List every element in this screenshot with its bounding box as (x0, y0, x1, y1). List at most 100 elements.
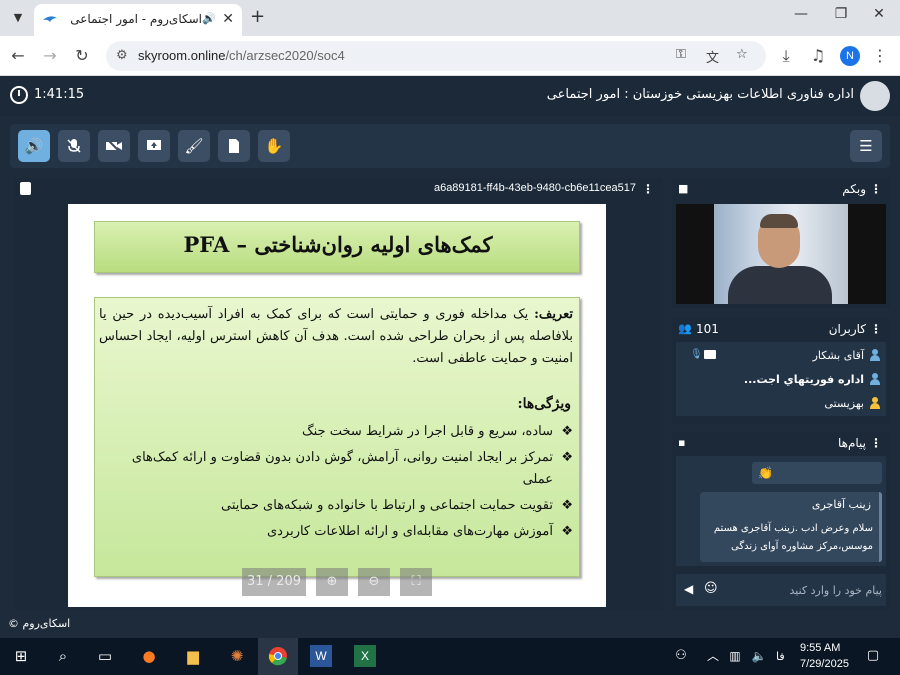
show-hidden-icons[interactable]: ︿ (702, 645, 724, 667)
user-row[interactable]: بهزیستی (676, 392, 886, 416)
url-text[interactable]: skyroom.online/ch/arzsec2020/soc4 (138, 48, 345, 63)
users-panel: 👥 101 کاربران ⋮ 🎙 آقای بشکار اداره فوریت… (672, 318, 890, 424)
user-icon (870, 397, 880, 409)
excel-icon[interactable]: X (354, 645, 376, 667)
session-timer: 1:41:15 (34, 87, 85, 102)
input-language[interactable]: فا (776, 650, 785, 663)
browser-tab-strip: ▼ 🔊 اسکای‌روم - امور اجتماعی ✕ + — ❐ ✕ (0, 0, 900, 36)
tab-audio-icon[interactable]: 🔊 (202, 12, 216, 25)
translate-icon[interactable]: 文 (706, 47, 719, 66)
users-icon: 👥 (678, 322, 692, 335)
file-icon (229, 139, 239, 153)
restore-window-icon[interactable]: ❐ (826, 6, 856, 22)
profile-avatar[interactable]: N (840, 46, 860, 66)
brush-icon: 🖌 (184, 137, 204, 155)
windows-start-icon[interactable]: ⊞ (10, 645, 32, 667)
webcam-feed-image (714, 204, 848, 304)
fullscreen-button[interactable]: ⛶ (400, 568, 432, 596)
clock-date[interactable]: 7/29/2025 (800, 658, 849, 670)
slide: کمک‌های اولیه روان‌شناختی – PFA تعریف: ی… (68, 204, 606, 607)
emoji-icon[interactable]: ☺ (704, 581, 718, 596)
message-text: سلام وعرض ادب .زینب آقاجری هستم موسس،مرک… (713, 523, 873, 552)
browser-menu-icon[interactable]: ⋮ (870, 46, 890, 65)
clock-icon (10, 86, 28, 104)
chat-message: 👏 (752, 462, 882, 484)
media-control-icon[interactable]: ♫ (808, 46, 828, 65)
tab-title: اسکای‌روم - امور اجتماعی (70, 12, 202, 26)
word-icon[interactable]: W (310, 645, 332, 667)
zoom-in-button[interactable]: ⊕ (316, 568, 348, 596)
forward-icon[interactable]: → (40, 46, 60, 65)
presentation-header: a6a89181-ff4b-43eb-9480-cb6e11cea517 ⋮ (14, 178, 662, 200)
close-window-icon[interactable]: ✕ (864, 6, 894, 22)
definition-text: یک مداخله فوری و حمایتی است که برای کمک … (99, 307, 573, 366)
chat-message: زینب آقاجری سلام وعرض ادب .زینب آقاجری ه… (700, 492, 882, 562)
feature-item: ❖ تقویت حمایت اجتماعی و ارتباط با خانواده… (103, 495, 573, 517)
presentation-options-icon[interactable]: ⋮ (642, 182, 654, 196)
clock-time[interactable]: 9:55 AM (800, 642, 840, 654)
webcam-panel: ■ وبکم ⋮ (672, 178, 890, 308)
app-icon[interactable]: ✺ (226, 645, 248, 667)
browser-address-row: ← → ↻ ⚙ skyroom.online/ch/arzsec2020/soc… (0, 36, 900, 76)
microphone-button[interactable] (58, 130, 90, 162)
raise-hand-icon: ✋ (264, 137, 284, 155)
file-explorer-icon[interactable]: ▆ (182, 645, 204, 667)
feature-item: ❖ آموزش مهارت‌های مقابله‌ای و ارائه اطلاع… (103, 521, 573, 543)
features-list: ❖ ساده، سریع و قابل اجرا در شرایط سخت جنگ… (103, 421, 573, 547)
tab-close-icon[interactable]: ✕ (222, 11, 234, 27)
network-icon[interactable]: ▥ (724, 645, 746, 667)
back-icon[interactable]: ← (8, 46, 28, 65)
chat-panel: ▪ پیام‌ها ⋮ 👏 زینب آقاجری سلام وعرض ادب … (672, 432, 890, 610)
webcam-options-icon[interactable]: ⋮ (870, 182, 882, 196)
tab-search-icon[interactable]: ▼ (8, 8, 28, 28)
speaker-icon: 🔊 (24, 137, 44, 155)
address-bar[interactable]: ⚙ skyroom.online/ch/arzsec2020/soc4 ⚿ 文 … (106, 41, 766, 71)
brand-footer: اسکای‌روم © (8, 617, 71, 630)
skyroom-favicon-icon (43, 16, 57, 22)
screen-share-button[interactable] (138, 130, 170, 162)
user-row[interactable]: اداره فوریتهاي اجت... (676, 368, 886, 392)
chrome-icon[interactable] (267, 645, 289, 667)
presentation-panel: a6a89181-ff4b-43eb-9480-cb6e11cea517 ⋮ ک… (14, 178, 662, 610)
menu-icon: ☰ (859, 137, 873, 155)
speaker-button[interactable]: 🔊 (18, 130, 50, 162)
user-avatar[interactable] (860, 81, 890, 111)
chat-icon: ▪ (678, 436, 686, 449)
windows-taskbar: ⊞ ⌕ ▭ ● ▆ ✺ W X ⚇ ︿ ▥ 🔈 فا 9:55 AM 7/29/… (0, 638, 900, 675)
user-row[interactable]: 🎙 آقای بشکار (676, 344, 886, 368)
webcam-title: وبکم (842, 182, 866, 196)
new-tab-button[interactable]: + (250, 6, 265, 27)
files-button[interactable] (218, 130, 250, 162)
users-options-icon[interactable]: ⋮ (870, 322, 882, 336)
downloads-icon[interactable]: ⤓ (776, 46, 796, 66)
reload-icon[interactable]: ↻ (72, 46, 92, 65)
browser-tab[interactable]: 🔊 اسکای‌روم - امور اجتماعی ✕ (34, 4, 242, 36)
people-icon[interactable]: ⚇ (670, 645, 692, 667)
search-icon[interactable]: ⌕ (52, 645, 74, 667)
minimize-window-icon[interactable]: — (786, 6, 816, 22)
zoom-out-button[interactable]: ⊖ (358, 568, 390, 596)
webcam-video[interactable] (676, 204, 886, 304)
chat-options-icon[interactable]: ⋮ (870, 436, 882, 450)
main-menu-button[interactable]: ☰ (850, 130, 882, 162)
user-name: بهزیستی (824, 397, 864, 410)
site-info-icon[interactable]: ⚙ (116, 48, 128, 63)
firefox-icon[interactable]: ● (138, 645, 160, 667)
user-name: اداره فوریتهاي اجت... (743, 373, 864, 386)
notification-icon[interactable]: ▢ (862, 645, 884, 667)
password-key-icon[interactable]: ⚿ (676, 47, 686, 62)
slide-title: کمک‌های اولیه روان‌شناختی – PFA (183, 232, 493, 257)
bullet-diamond-icon: ❖ (561, 498, 573, 513)
features-heading: ویژگی‌ها: (517, 396, 571, 412)
whiteboard-button[interactable]: 🖌 (178, 130, 210, 162)
user-icon (870, 373, 880, 385)
task-view-icon[interactable]: ▭ (94, 645, 116, 667)
bookmark-star-icon[interactable]: ☆ (736, 47, 748, 62)
volume-icon[interactable]: 🔈 (748, 645, 770, 667)
raise-hand-button[interactable]: ✋ (258, 130, 290, 162)
page-indicator[interactable]: 31 / 209 (242, 568, 306, 596)
slide-definition: تعریف: یک مداخله فوری و حمایتی است که بر… (99, 304, 573, 370)
chat-input[interactable] (724, 578, 882, 602)
camera-button[interactable] (98, 130, 130, 162)
send-icon[interactable]: ◀ (684, 582, 693, 596)
